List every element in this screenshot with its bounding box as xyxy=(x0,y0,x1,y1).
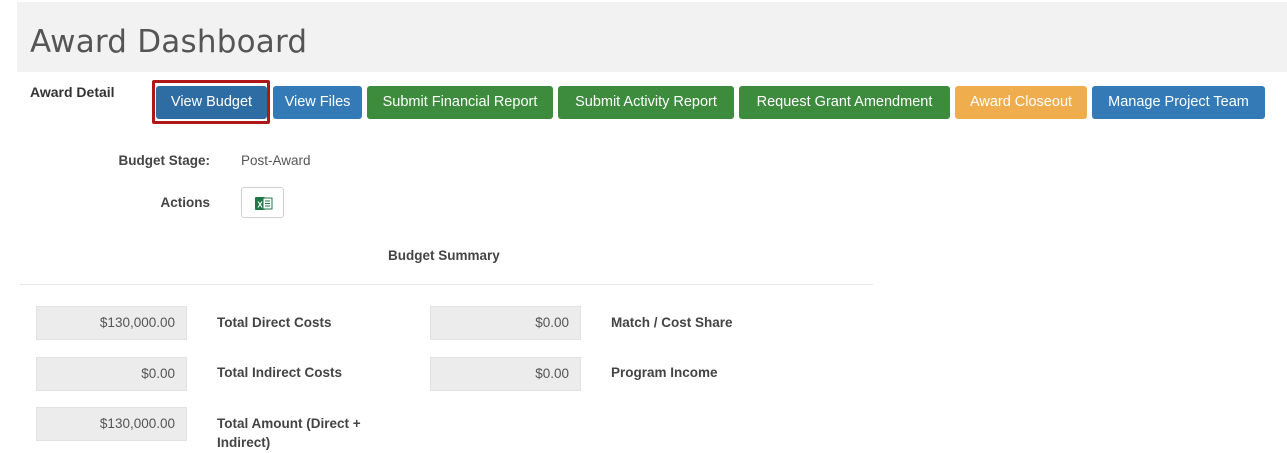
budget-stage-value: Post-Award xyxy=(241,153,311,168)
program-income-label: Program Income xyxy=(611,365,718,380)
budget-stage-label: Budget Stage: xyxy=(118,153,210,168)
program-income-value: $0.00 xyxy=(430,357,581,391)
actions-label: Actions xyxy=(160,195,210,210)
submit-financial-report-button[interactable]: Submit Financial Report xyxy=(367,86,553,119)
match-cost-share-value: $0.00 xyxy=(430,306,581,340)
match-cost-share-label: Match / Cost Share xyxy=(611,315,733,330)
total-indirect-costs-value: $0.00 xyxy=(36,357,187,391)
budget-summary-title: Budget Summary xyxy=(388,248,500,263)
total-indirect-costs-label: Total Indirect Costs xyxy=(217,365,343,380)
tab-award-detail[interactable]: Award Detail xyxy=(30,84,115,100)
total-amount-value: $130,000.00 xyxy=(36,407,187,441)
total-direct-costs-value: $130,000.00 xyxy=(36,306,187,340)
view-files-button[interactable]: View Files xyxy=(273,86,362,119)
total-amount-label-line1: Total Amount (Direct + xyxy=(217,416,361,431)
svg-text:X: X xyxy=(257,201,263,210)
total-direct-costs-label: Total Direct Costs xyxy=(217,315,332,330)
submit-activity-report-button[interactable]: Submit Activity Report xyxy=(558,86,734,119)
request-grant-amendment-button[interactable]: Request Grant Amendment xyxy=(739,86,950,119)
manage-project-team-button[interactable]: Manage Project Team xyxy=(1092,86,1265,119)
highlight-box xyxy=(152,80,270,124)
divider xyxy=(20,284,873,285)
total-amount-label-line2: Indirect) xyxy=(217,435,271,450)
page-title: Award Dashboard xyxy=(30,24,308,60)
export-excel-button[interactable]: X xyxy=(241,187,284,218)
excel-icon: X xyxy=(255,197,273,210)
award-closeout-button[interactable]: Award Closeout xyxy=(955,86,1087,119)
